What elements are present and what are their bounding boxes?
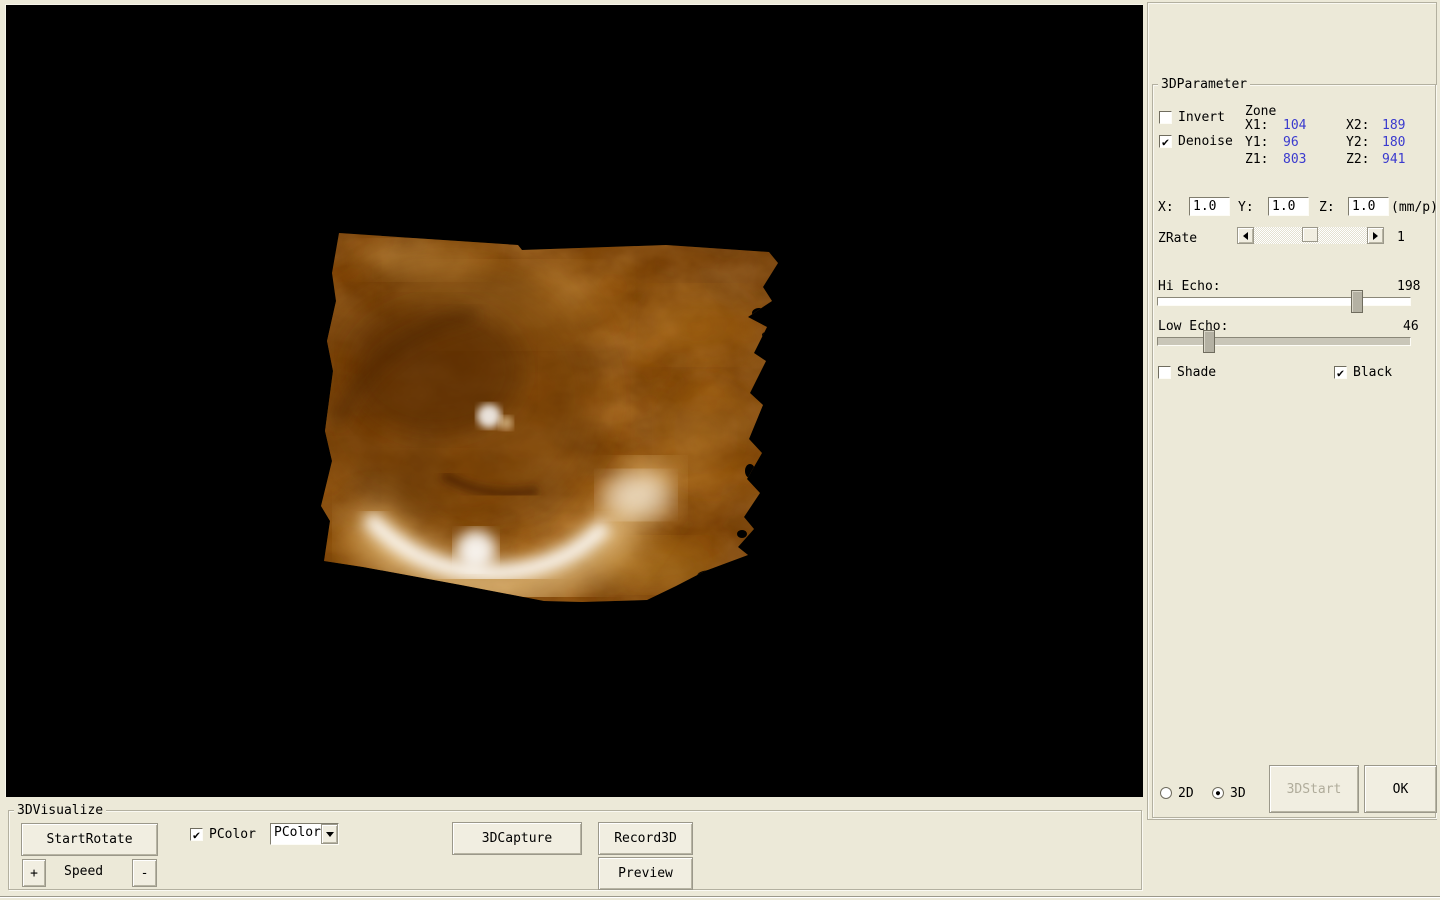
zone-x1-label: X1: xyxy=(1245,118,1269,133)
low-echo-slider-thumb[interactable] xyxy=(1203,330,1215,353)
shade-label: Shade xyxy=(1177,365,1217,380)
hi-echo-slider-thumb[interactable] xyxy=(1351,290,1363,313)
ultrasound-volume-render xyxy=(321,233,778,602)
low-echo-value: 46 xyxy=(1403,319,1419,334)
zone-x2-label: X2: xyxy=(1346,118,1370,133)
scale-unit-label: (mm/p) xyxy=(1391,200,1438,215)
shade-checkbox[interactable] xyxy=(1158,366,1171,379)
pcolor-dropdown-value: PColor xyxy=(274,825,321,840)
pcolor-label: PColor xyxy=(209,827,256,842)
denoise-label: Denoise xyxy=(1178,134,1233,149)
parameter-group-title: 3DParameter xyxy=(1158,77,1251,92)
zrate-label: ZRate xyxy=(1158,231,1198,246)
scroll-right-icon xyxy=(1373,231,1378,240)
parameter-groupbox: 3DParameter Invert ✔ Denoise Zone X1: 10… xyxy=(1152,77,1438,818)
scale-y-field[interactable] xyxy=(1268,197,1309,216)
window-bottom-edge xyxy=(0,896,1440,900)
start-rotate-button[interactable]: StartRotate xyxy=(21,823,158,856)
capture-3d-button[interactable]: 3DCapture xyxy=(452,822,582,855)
hi-echo-value: 198 xyxy=(1397,279,1421,294)
speed-minus-button[interactable]: - xyxy=(132,859,157,887)
speed-plus-button[interactable]: + xyxy=(22,859,46,887)
record-3d-button[interactable]: Record3D xyxy=(598,822,693,855)
hi-echo-slider-track[interactable] xyxy=(1157,290,1411,313)
ok-button[interactable]: OK xyxy=(1364,765,1437,813)
zone-z2-label: Z2: xyxy=(1346,152,1370,167)
zone-x2-value: 189 xyxy=(1382,118,1406,133)
mode-3d-dot-icon: ● xyxy=(1215,788,1221,797)
low-echo-label: Low Echo: xyxy=(1158,319,1229,334)
visualize-groupbox: 3DVisualize StartRotate + Speed - ✔ PCol… xyxy=(8,803,1142,890)
render-viewport[interactable] xyxy=(5,4,1143,797)
zrate-scroll-right-button[interactable] xyxy=(1367,227,1384,244)
scale-z-label: Z: xyxy=(1319,200,1335,215)
denoise-checkbox[interactable]: ✔ xyxy=(1159,135,1172,148)
invert-checkbox[interactable] xyxy=(1159,111,1172,124)
black-check-icon: ✔ xyxy=(1336,365,1345,380)
invert-label: Invert xyxy=(1178,110,1225,125)
zone-x1-value: 104 xyxy=(1283,118,1307,133)
zone-y1-label: Y1: xyxy=(1245,135,1269,150)
preview-button[interactable]: Preview xyxy=(598,857,693,890)
visualize-group-title: 3DVisualize xyxy=(14,803,107,818)
zone-z2-value: 941 xyxy=(1382,152,1406,167)
mode-2d-label: 2D xyxy=(1178,786,1194,801)
scale-z-field[interactable] xyxy=(1348,197,1389,216)
mode-3d-radio[interactable]: ● xyxy=(1212,787,1224,799)
pcolor-dropdown[interactable]: PColor xyxy=(270,823,339,845)
zone-title: Zone xyxy=(1245,104,1277,119)
zrate-scroll-track[interactable] xyxy=(1254,227,1367,244)
zone-y2-value: 180 xyxy=(1382,135,1406,150)
hi-echo-label: Hi Echo: xyxy=(1158,279,1221,294)
zone-y1-value: 96 xyxy=(1283,135,1299,150)
pcolor-check-icon: ✔ xyxy=(192,827,201,842)
scale-x-label: X: xyxy=(1158,200,1174,215)
application-window: 3DParameter Invert ✔ Denoise Zone X1: 10… xyxy=(0,0,1440,900)
start-3d-button: 3DStart xyxy=(1269,765,1359,813)
pcolor-checkbox[interactable]: ✔ xyxy=(190,828,203,841)
scale-y-label: Y: xyxy=(1238,200,1254,215)
scroll-left-icon xyxy=(1243,231,1248,240)
zrate-scroll-left-button[interactable] xyxy=(1237,227,1254,244)
dropdown-arrow-icon xyxy=(325,831,334,837)
black-label: Black xyxy=(1353,365,1393,380)
low-echo-slider-track[interactable] xyxy=(1157,330,1411,353)
zone-z1-label: Z1: xyxy=(1245,152,1269,167)
parameter-panel: 3DParameter Invert ✔ Denoise Zone X1: 10… xyxy=(1147,2,1438,820)
zrate-scroll-thumb[interactable] xyxy=(1302,227,1318,242)
zrate-scrollbar xyxy=(1237,227,1384,244)
zone-y2-label: Y2: xyxy=(1346,135,1370,150)
zone-z1-value: 803 xyxy=(1283,152,1307,167)
pcolor-dropdown-button[interactable] xyxy=(321,824,338,844)
black-checkbox[interactable]: ✔ xyxy=(1334,366,1347,379)
mode-3d-label: 3D xyxy=(1230,786,1246,801)
scale-x-field[interactable] xyxy=(1189,197,1230,216)
mode-2d-radio[interactable] xyxy=(1160,787,1172,799)
denoise-check-icon: ✔ xyxy=(1161,134,1170,149)
speed-label: Speed xyxy=(64,864,104,879)
zrate-value: 1 xyxy=(1397,230,1405,245)
